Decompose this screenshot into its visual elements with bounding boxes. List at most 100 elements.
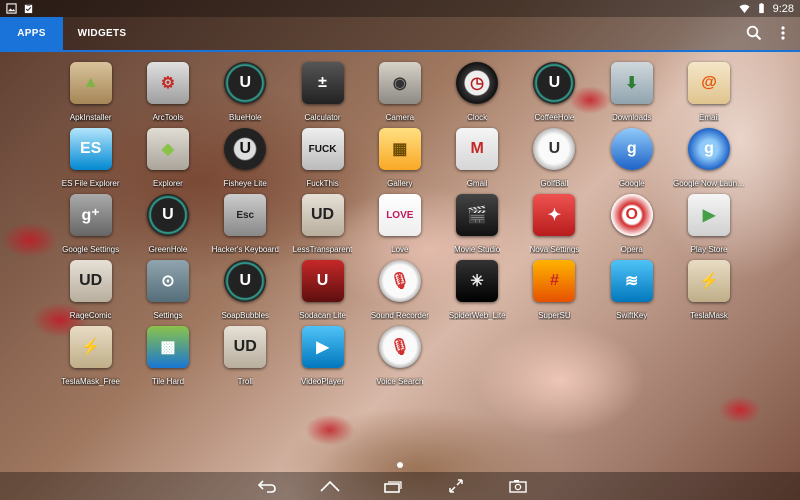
app-supersu[interactable]: # SuperSU [516, 260, 593, 326]
app-google-settings[interactable]: g⁺ Google Settings [52, 194, 129, 260]
app-soapbubbles[interactable]: U SoapBubbles [207, 260, 284, 326]
app-label: Settings [153, 311, 183, 320]
app-teslamask[interactable]: ⚡ TeslaMask [670, 260, 747, 326]
app-label: Email [699, 113, 720, 122]
recents-button[interactable] [381, 476, 405, 496]
app-tile-hard[interactable]: ▩ Tile Hard [129, 326, 206, 392]
status-time: 9:28 [772, 2, 794, 15]
app-arctools[interactable]: ⚙ ArcTools [129, 62, 206, 128]
unique-dead-ring-icon: U [224, 260, 267, 302]
app-movie-studio[interactable]: 🎬 Movie Studio [438, 194, 515, 260]
app-hacker-s-keyboard[interactable]: Esc Hacker's Keyboard [207, 194, 284, 260]
app-troll[interactable]: UD Troll [207, 326, 284, 392]
tab-widgets[interactable]: WIDGETS [63, 17, 141, 50]
teslamask-icon: ⚡ [688, 260, 731, 302]
google-now-icon: g [688, 128, 731, 170]
overflow-menu-button[interactable] [772, 22, 794, 44]
app-greenhole[interactable]: U GreenHole [129, 194, 206, 260]
recents-icon [384, 481, 402, 493]
app-gallery[interactable]: ▦ Gallery [361, 128, 438, 194]
app-icon-glyph: 🎙 [389, 273, 410, 290]
app-icon-text: LOVE [386, 209, 414, 221]
app-gmail[interactable]: M Gmail [438, 128, 515, 194]
app-clock[interactable]: ◷ Clock [438, 62, 515, 128]
app-voice-search[interactable]: 🎙 Voice Search [361, 326, 438, 392]
app-icon-glyph: ▲ [82, 74, 99, 91]
app-label: Fisheye Lite [223, 179, 267, 188]
home-button[interactable] [318, 476, 342, 496]
spiderweb-icon: ✳ [456, 260, 499, 302]
tab-apps[interactable]: APPS [0, 17, 63, 50]
search-button[interactable] [743, 22, 765, 44]
app-opera[interactable]: O Opera [593, 194, 670, 260]
video-player-icon: ▶ [301, 326, 344, 368]
app-love[interactable]: LOVE Love [361, 194, 438, 260]
app-nova-settings[interactable]: ✦ Nova Settings [516, 194, 593, 260]
keyboard-esc-icon: Esc [224, 194, 267, 236]
microphone-icon: 🎙 [378, 326, 421, 368]
app-videoplayer[interactable]: ▶ VideoPlayer [284, 326, 361, 392]
settings-toggle-icon: ⊙ [146, 260, 189, 302]
microphone-icon: 🎙 [378, 260, 421, 302]
play-store-icon: ▶ [688, 194, 731, 236]
back-button[interactable] [255, 476, 279, 496]
app-icon-glyph: ⚡ [699, 273, 719, 290]
app-bluehole[interactable]: U BlueHole [207, 62, 284, 128]
app-label: Calculator [304, 113, 341, 122]
app-label: SwiftKey [616, 311, 648, 320]
app-lesstransparent[interactable]: UD LessTransparent [284, 194, 361, 260]
app-coffeehole[interactable]: U CoffeeHole [516, 62, 593, 128]
app-calculator[interactable]: ± Calculator [284, 62, 361, 128]
app-label: Explorer [153, 179, 183, 188]
app-google-now-laun[interactable]: g Google Now Laun… [670, 128, 747, 194]
app-icon-glyph: ◷ [470, 75, 485, 92]
app-downloads[interactable]: ⬇ Downloads [593, 62, 670, 128]
app-spiderweb-lite[interactable]: ✳ SpiderWeb_Lite [438, 260, 515, 326]
email-icon: @ [688, 62, 731, 104]
love-icon: LOVE [378, 194, 421, 236]
app-fuckthis[interactable]: FUCK FuckThis [284, 128, 361, 194]
app-icon-glyph: U [316, 272, 329, 289]
app-sound-recorder[interactable]: 🎙 Sound Recorder [361, 260, 438, 326]
explorer-icon: ◆ [146, 128, 189, 170]
app-label: Google Now Laun… [673, 179, 746, 188]
es-file-explorer-icon: ES [69, 128, 112, 170]
unique-dead-icon: UD [301, 194, 344, 236]
app-icon-glyph: ± [318, 74, 327, 91]
app-icon-glyph: g⁺ [81, 207, 100, 224]
app-icon-glyph: ✦ [547, 207, 562, 224]
app-camera[interactable]: ◉ Camera [361, 62, 438, 128]
app-play-store[interactable]: ▶ Play Store [670, 194, 747, 260]
app-label: TeslaMask_Free [61, 377, 120, 386]
app-email[interactable]: @ Email [670, 62, 747, 128]
app-icon-glyph: g [704, 140, 714, 157]
app-icon-glyph: U [239, 272, 252, 289]
app-icon-glyph: M [470, 140, 484, 157]
navigation-bar [0, 472, 800, 500]
app-fisheye-lite[interactable]: U Fisheye Lite [207, 128, 284, 194]
app-ragecomic[interactable]: UD RageComic [52, 260, 129, 326]
app-apkinstaller[interactable]: ▲ ApkInstaller [52, 62, 129, 128]
app-icon-glyph: ▶ [702, 207, 716, 224]
app-label: Play Store [690, 245, 728, 254]
app-label: ApkInstaller [69, 113, 112, 122]
app-teslamask-free[interactable]: ⚡ TeslaMask_Free [52, 326, 129, 392]
fullscreen-button[interactable] [444, 476, 468, 496]
clapperboard-icon: 🎬 [456, 194, 499, 236]
app-google[interactable]: g Google [593, 128, 670, 194]
app-label: Downloads [611, 113, 652, 122]
swiftkey-icon: ≋ [610, 260, 653, 302]
app-label: TeslaMask [690, 311, 728, 320]
app-label: Gallery [387, 179, 413, 188]
app-settings[interactable]: ⊙ Settings [129, 260, 206, 326]
page-indicator-dot [397, 462, 403, 468]
app-icon-glyph: ◆ [161, 141, 175, 158]
app-es-file-explorer[interactable]: ES ES File Explorer [52, 128, 129, 194]
app-label: SoapBubbles [221, 311, 270, 320]
app-golfball[interactable]: U GolfBall [516, 128, 593, 194]
app-sodacan-lite[interactable]: U Sodacan Lite [284, 260, 361, 326]
app-swiftkey[interactable]: ≋ SwiftKey [593, 260, 670, 326]
app-drawer-tab-bar: APPS WIDGETS [0, 17, 800, 52]
screenshot-button[interactable] [506, 476, 530, 496]
app-explorer[interactable]: ◆ Explorer [129, 128, 206, 194]
